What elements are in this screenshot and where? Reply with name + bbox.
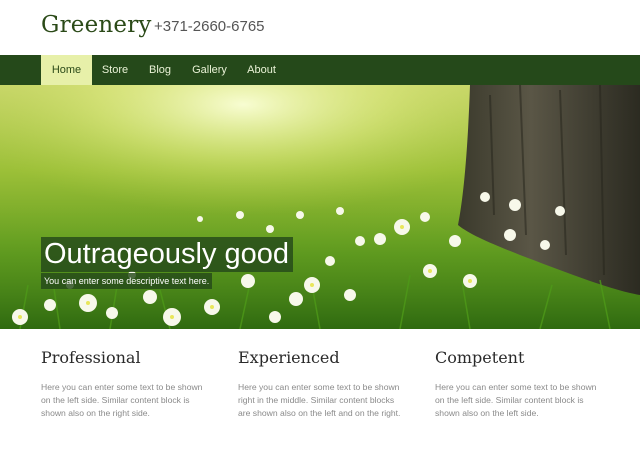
feature-column-experienced: Experienced Here you can enter some text…	[238, 348, 408, 420]
feature-column-competent: Competent Here you can enter some text t…	[435, 348, 605, 420]
nav-item-blog[interactable]: Blog	[138, 55, 182, 85]
hero-title: Outrageously good	[41, 237, 294, 272]
site-logo[interactable]: Greenery	[41, 12, 152, 38]
feature-title: Competent	[435, 348, 525, 367]
feature-title: Experienced	[238, 348, 340, 367]
hero-banner: Outrageously good You can enter some des…	[0, 85, 640, 329]
nav-item-about[interactable]: About	[237, 55, 286, 85]
hero-subtitle: You can enter some descriptive text here…	[41, 273, 213, 289]
feature-column-professional: Professional Here you can enter some tex…	[41, 348, 211, 420]
nav-item-home[interactable]: Home	[41, 55, 92, 85]
nav-item-store[interactable]: Store	[92, 55, 138, 85]
phone-number: +371-2660-6765	[154, 18, 265, 35]
main-navigation: Home Store Blog Gallery About	[0, 55, 640, 85]
feature-text: Here you can enter some text to be shown…	[41, 382, 203, 418]
feature-text: Here you can enter some text to be shown…	[238, 382, 401, 418]
hero-meadow-image	[0, 85, 640, 329]
feature-text: Here you can enter some text to be shown…	[435, 382, 597, 418]
feature-title: Professional	[41, 348, 141, 367]
site-header: Greenery +371-2660-6765	[0, 0, 640, 55]
nav-item-gallery[interactable]: Gallery	[182, 55, 237, 85]
